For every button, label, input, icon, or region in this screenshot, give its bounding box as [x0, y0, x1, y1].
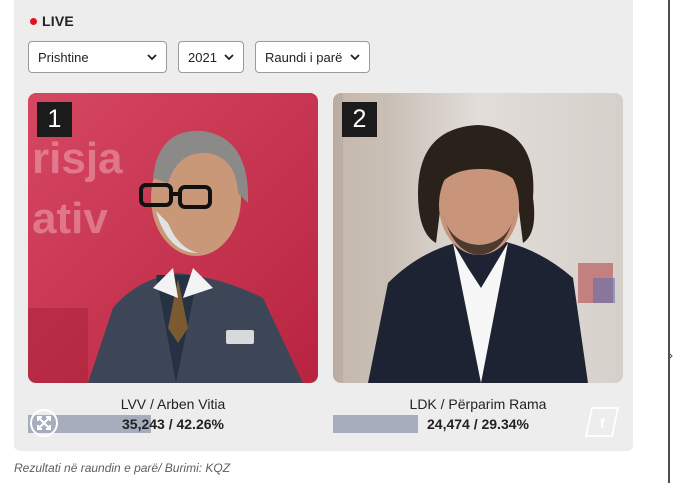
svg-text:risja: risja [32, 134, 123, 183]
live-indicator: LIVE [30, 13, 74, 29]
round-select[interactable]: Raundi i parë [255, 41, 370, 73]
live-dot-icon [30, 17, 37, 25]
chevron-down-icon [350, 54, 360, 61]
election-results-widget: LIVE Prishtine 2021 Raundi i parë risja … [14, 0, 633, 451]
year-select-value: 2021 [188, 49, 217, 65]
candidate-2-rank: 2 [342, 102, 377, 137]
page-divider [668, 0, 670, 483]
candidate-1-photo[interactable]: risja ativ 1 [28, 93, 318, 383]
candidate-2-photo[interactable]: 2 [333, 93, 623, 383]
chevron-down-icon [147, 54, 157, 61]
source-caption: Rezultati në raundin e parë/ Burimi: KQZ [14, 461, 231, 475]
candidate-2-result: 24,474 / 29.34% [427, 416, 529, 432]
round-select-value: Raundi i parë [265, 49, 343, 65]
candidate-1-rank: 1 [37, 102, 72, 137]
facebook-icon[interactable]: f [584, 406, 620, 438]
candidate-2-name: LDK / Përparim Rama [409, 396, 547, 412]
svg-text:f: f [600, 415, 605, 431]
municipality-select-value: Prishtine [38, 49, 89, 65]
candidate-1-name: LVV / Arben Vitia [120, 396, 226, 412]
year-select[interactable]: 2021 [178, 41, 244, 73]
live-label: LIVE [42, 13, 74, 29]
municipality-select[interactable]: Prishtine [28, 41, 167, 73]
svg-text:ativ: ativ [32, 194, 108, 243]
scroll-marker-icon [668, 352, 673, 360]
candidate-2-bar: 24,474 / 29.34% [333, 415, 623, 433]
candidate-1-result: 35,243 / 42.26% [122, 416, 224, 432]
candidate-1-bar: 35,243 / 42.26% [28, 415, 318, 433]
expand-arrows-icon[interactable] [29, 408, 59, 438]
chevron-down-icon [224, 54, 234, 61]
